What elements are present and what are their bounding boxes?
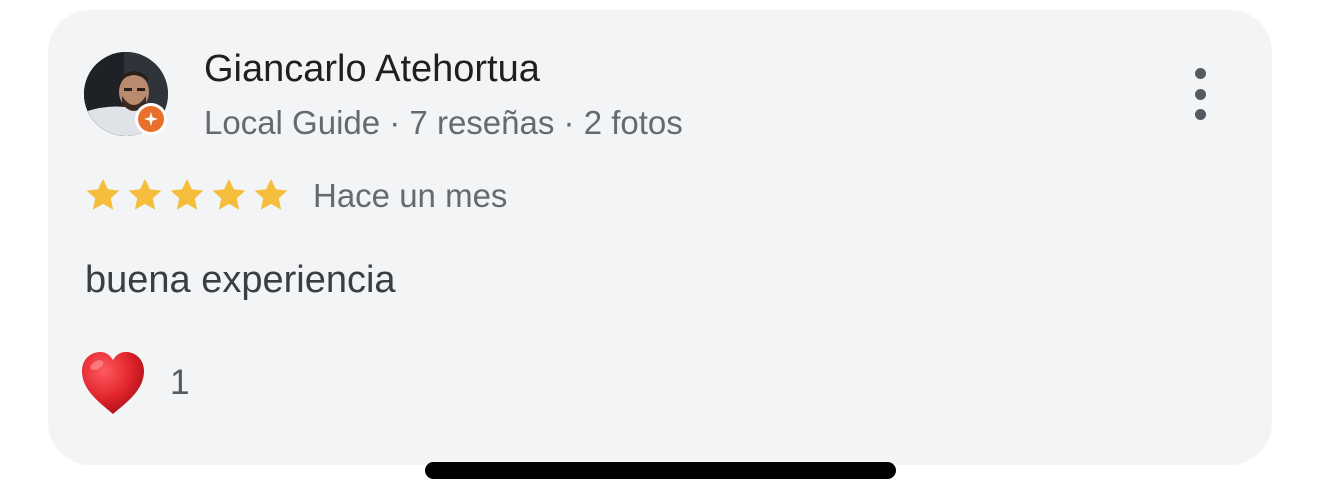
more-vertical-icon [1194, 68, 1206, 79]
author-name[interactable]: Giancarlo Atehortua [204, 48, 540, 91]
author-avatar[interactable] [84, 52, 168, 136]
red-heart-icon[interactable] [79, 350, 147, 416]
local-guide-badge [135, 103, 167, 135]
star-icon [128, 178, 162, 210]
star-icon [86, 178, 120, 210]
reaction-count: 1 [170, 363, 190, 402]
star-icon [170, 178, 204, 210]
star-icon [254, 178, 288, 210]
more-dot [1194, 109, 1206, 120]
author-meta: Local Guide · 7 reseñas · 2 fotos [204, 104, 683, 141]
star-icon [212, 178, 246, 210]
more-dot [1194, 88, 1206, 100]
review-time: Hace un mes [313, 177, 508, 214]
review-text: buena experiencia [85, 259, 396, 301]
home-indicator[interactable] [425, 462, 896, 479]
local-guide-star-icon [144, 112, 158, 126]
more-options-button[interactable] [1184, 64, 1216, 124]
star-rating [84, 176, 290, 214]
